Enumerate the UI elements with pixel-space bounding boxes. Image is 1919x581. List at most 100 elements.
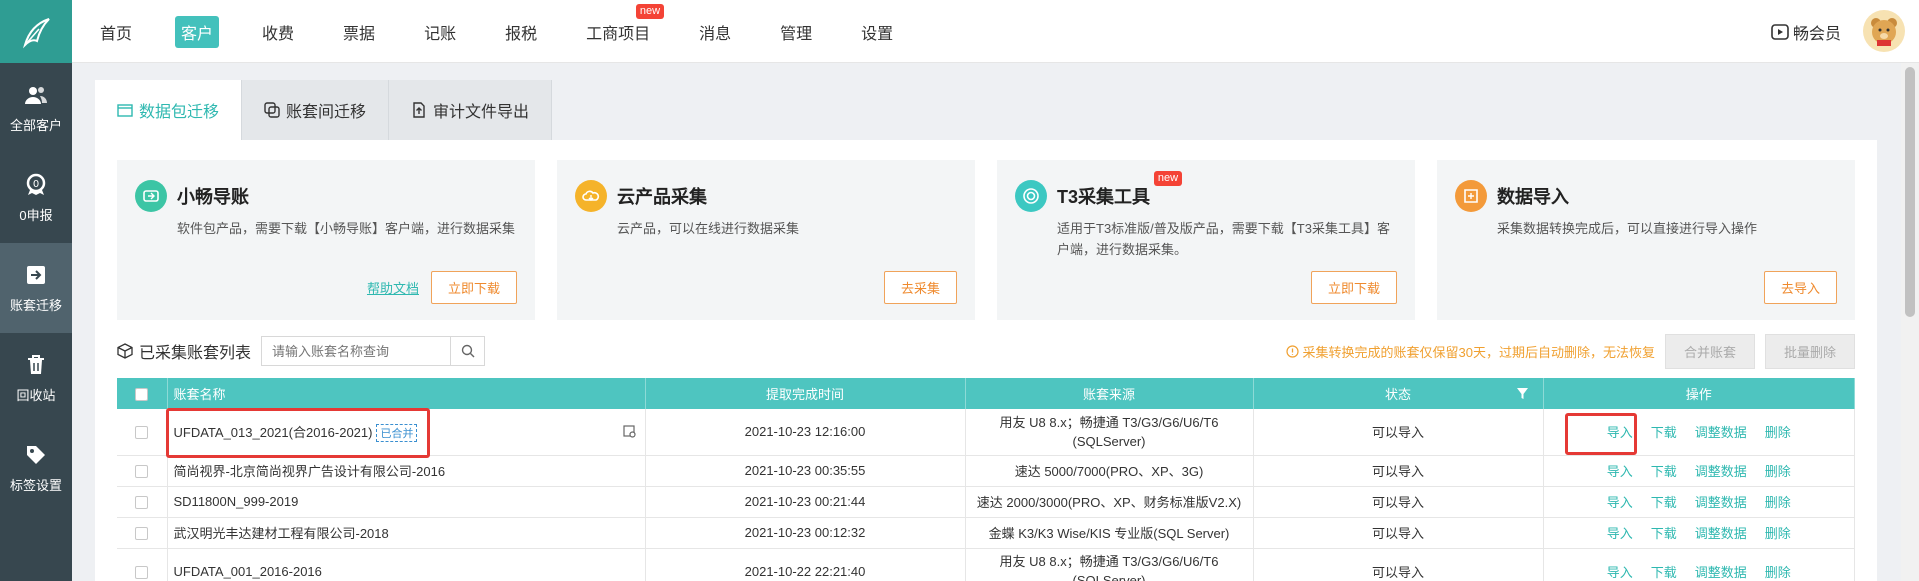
download-button[interactable]: 下载 [1651,464,1677,479]
account-name: SD11800N_999-2019 [167,486,646,518]
tab-account-migration[interactable]: 账套间迁移 [242,80,390,140]
header-status: 状态 [1253,378,1544,409]
row-checkbox[interactable] [135,496,149,510]
import-tool-icon [135,180,167,212]
download-button[interactable]: 下载 [1651,425,1677,440]
help-doc-link[interactable]: 帮助文档 [367,278,419,297]
download-now-button[interactable]: 立即下载 [1310,271,1397,304]
row-actions: 导入 下载 调整数据 删除 [1543,517,1855,549]
nav-item-customers[interactable]: 客户 [175,15,220,48]
import-button[interactable]: 导入 [1607,495,1633,510]
extract-time: 2021-10-23 00:12:32 [645,517,966,549]
card-desc: 软件包产品，需要下载【小畅导账】客户端，进行数据采集 [177,221,516,236]
app-logo[interactable] [0,0,72,63]
table-row: SD11800N_999-2019 2021-10-23 00:21:44 速达… [117,486,1855,518]
nav-item-business-projects[interactable]: 工商项目 new [580,3,665,48]
nav-item-messages[interactable]: 消息 [693,16,737,48]
package-icon [117,104,133,117]
main-content: 数据包迁移 账套间迁移 审计文件导出 小畅导账 软件包产品，需要下载【小畅导账】… [95,80,1877,581]
scrollbar-thumb[interactable] [1905,67,1915,317]
batch-delete-button[interactable]: 批量删除 [1764,333,1855,369]
account-name: 简尚视界-北京简尚视界广告设计有限公司-2016 [167,455,646,487]
adjust-data-button[interactable]: 调整数据 [1695,495,1747,510]
go-collect-button[interactable]: 去采集 [883,271,957,304]
page-scrollbar[interactable] [1901,63,1919,581]
sidebar-item-migrate[interactable]: 账套迁移 [0,243,72,333]
users-icon [25,86,47,104]
sidebar-item-zero-declare[interactable]: 0 0申报 [0,153,72,243]
adjust-data-button[interactable]: 调整数据 [1695,464,1747,479]
row-actions: 导入 下载 调整数据 删除 [1543,455,1855,487]
table-row: UFDATA_001_2016-2016 2021-10-22 22:21:40… [117,548,1855,581]
video-play-icon [1771,24,1789,40]
tab-audit-export[interactable]: 审计文件导出 [389,80,553,140]
migration-panel: 小畅导账 软件包产品，需要下载【小畅导账】客户端，进行数据采集 帮助文档 立即下… [95,140,1877,581]
nav-item-home[interactable]: 首页 [94,16,138,48]
detail-icon[interactable] [622,425,637,439]
delete-button[interactable]: 删除 [1765,495,1791,510]
select-all-checkbox[interactable] [135,388,149,402]
card-title: 小畅导账 [177,187,249,207]
row-checkbox[interactable] [135,426,149,440]
box-icon [117,343,133,359]
import-button[interactable]: 导入 [1607,464,1633,479]
tab-data-package-migration[interactable]: 数据包迁移 [95,80,243,140]
avatar-bear-icon [1871,18,1897,46]
account-status: 可以导入 [1253,486,1544,518]
tab-bar: 数据包迁移 账套间迁移 审计文件导出 [95,80,553,140]
go-import-button[interactable]: 去导入 [1763,271,1837,304]
merge-accounts-button[interactable]: 合并账套 [1664,333,1755,369]
nav-item-management[interactable]: 管理 [774,16,818,48]
avatar[interactable] [1863,10,1905,52]
card-title: T3采集工具 new [1057,171,1183,209]
sidebar-item-all-customers[interactable]: 全部客户 [0,63,72,153]
adjust-data-button[interactable]: 调整数据 [1695,526,1747,541]
sidebar-item-tag-settings[interactable]: 标签设置 [0,423,72,513]
nav-item-invoices[interactable]: 票据 [337,16,381,48]
table-row: 简尚视界-北京简尚视界广告设计有限公司-2016 2021-10-23 00:3… [117,455,1855,487]
download-button[interactable]: 下载 [1651,526,1677,541]
row-checkbox[interactable] [135,565,149,579]
account-status: 可以导入 [1253,455,1544,487]
card-data-import: 数据导入 采集数据转换完成后，可以直接进行导入操作 去导入 [1437,160,1855,320]
highlight-box-name [166,408,430,458]
download-button[interactable]: 下载 [1651,565,1677,580]
sidebar-item-label: 全部客户 [9,117,62,133]
card-desc: 云产品，可以在线进行数据采集 [617,221,800,236]
sidebar-item-recycle-bin[interactable]: 回收站 [0,333,72,423]
filter-icon[interactable] [1516,387,1529,400]
adjust-data-button[interactable]: 调整数据 [1695,565,1747,580]
row-checkbox[interactable] [135,527,149,541]
import-button[interactable]: 导入 [1607,565,1633,580]
nav-item-bookkeeping[interactable]: 记账 [418,16,462,48]
download-button[interactable]: 下载 [1651,495,1677,510]
retention-notice: 采集转换完成的账套仅保留30天，过期后自动删除，无法恢复 [1285,342,1655,361]
delete-button[interactable]: 删除 [1765,565,1791,580]
search-button[interactable] [450,337,484,365]
member-link[interactable]: 畅会员 [1771,20,1841,44]
row-actions: 导入 下载 调整数据 删除 [1543,548,1855,581]
zero-declare-icon: 0 [26,173,46,195]
delete-button[interactable]: 删除 [1765,425,1791,440]
nav-item-fees[interactable]: 收费 [256,16,300,48]
account-name: 武汉明光丰达建材工程有限公司-2018 [167,517,646,549]
extract-time: 2021-10-23 12:16:00 [645,409,966,456]
nav-item-tax[interactable]: 报税 [499,16,543,48]
row-checkbox[interactable] [135,465,149,479]
import-button[interactable]: 导入 [1607,526,1633,541]
account-source: 用友 U8 8.x；畅捷通 T3/G3/G6/U6/T6 (SQLServer) [965,548,1254,581]
delete-button[interactable]: 删除 [1765,464,1791,479]
account-source: 用友 U8 8.x；畅捷通 T3/G3/G6/U6/T6 (SQLServer) [965,409,1254,456]
list-actions: 采集转换完成的账套仅保留30天，过期后自动删除，无法恢复 合并账套 批量删除 [1285,333,1855,369]
delete-button[interactable]: 删除 [1765,526,1791,541]
header-ops: 操作 [1543,378,1855,409]
header-name: 账套名称 [167,378,646,409]
download-now-button[interactable]: 立即下载 [430,271,517,304]
account-source: 速达 5000/7000(PRO、XP、3G) [965,455,1254,487]
list-title: 已采集账套列表 [117,339,251,363]
adjust-data-button[interactable]: 调整数据 [1695,425,1747,440]
nav-item-settings[interactable]: 设置 [855,16,899,48]
account-source: 金蝶 K3/K3 Wise/KIS 专业版(SQL Server) [965,517,1254,549]
card-title: 数据导入 [1497,187,1569,207]
search-input[interactable] [262,337,451,365]
